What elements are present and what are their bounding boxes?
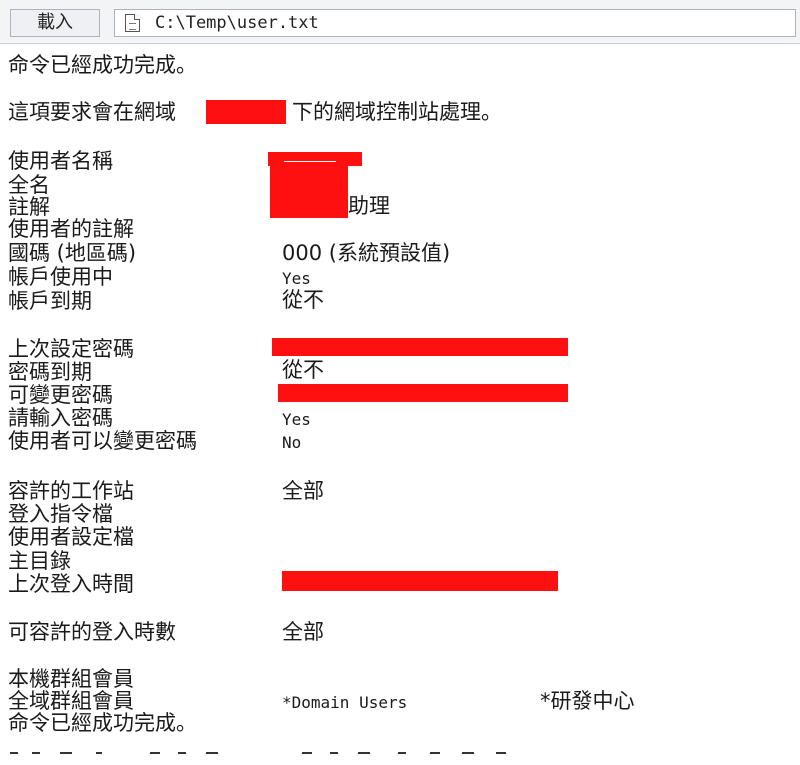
- toolbar: 載入 C:\Temp\user.txt: [0, 0, 800, 44]
- label-user-comment: 使用者的註解: [8, 217, 134, 241]
- redacted-password-changeable: [278, 384, 568, 402]
- label-last-logon: 上次登入時間: [8, 572, 134, 596]
- value-country-code: 000 (系統預設值): [282, 241, 451, 265]
- value-account-expires: 從不: [282, 288, 324, 312]
- redaction-line: [284, 161, 336, 162]
- redacted-last-logon: [282, 571, 558, 591]
- value-user-may-change-password: No: [282, 433, 302, 452]
- request-line-prefix: 這項要求會在網域: [8, 100, 176, 124]
- label-account-active: 帳戶使用中: [8, 265, 113, 289]
- redacted-domain: [206, 100, 286, 124]
- value-logon-hours-allowed: 全部: [282, 620, 324, 644]
- success-message-top: 命令已經成功完成。: [8, 53, 197, 77]
- file-path-text: C:\Temp\user.txt: [155, 13, 319, 33]
- label-user-may-change-password: 使用者可以變更密碼: [8, 429, 197, 453]
- file-path-field[interactable]: C:\Temp\user.txt: [114, 9, 796, 37]
- document-icon: [125, 14, 140, 32]
- value-global-group-rd-center: *研發中心: [540, 689, 635, 713]
- redacted-password-last-set: [272, 338, 568, 356]
- request-line-suffix: 下的網域控制站處理。: [292, 100, 502, 124]
- value-workstations-allowed: 全部: [282, 479, 324, 503]
- load-button[interactable]: 載入: [10, 9, 100, 37]
- label-account-expires: 帳戶到期: [8, 289, 92, 313]
- value-comment-suffix: 助理: [348, 194, 390, 218]
- redacted-full-name: [270, 166, 348, 218]
- label-country-code: 國碼 (地區碼): [8, 241, 137, 265]
- value-global-group-domain-users: *Domain Users: [282, 693, 408, 712]
- redacted-user-name: [268, 152, 362, 166]
- label-user-name: 使用者名稱: [8, 149, 113, 173]
- label-user-profile: 使用者設定檔: [8, 525, 134, 549]
- value-password-expires: 從不: [282, 358, 324, 382]
- success-message-bottom: 命令已經成功完成。: [8, 711, 197, 735]
- label-logon-hours-allowed: 可容許的登入時數: [8, 620, 176, 644]
